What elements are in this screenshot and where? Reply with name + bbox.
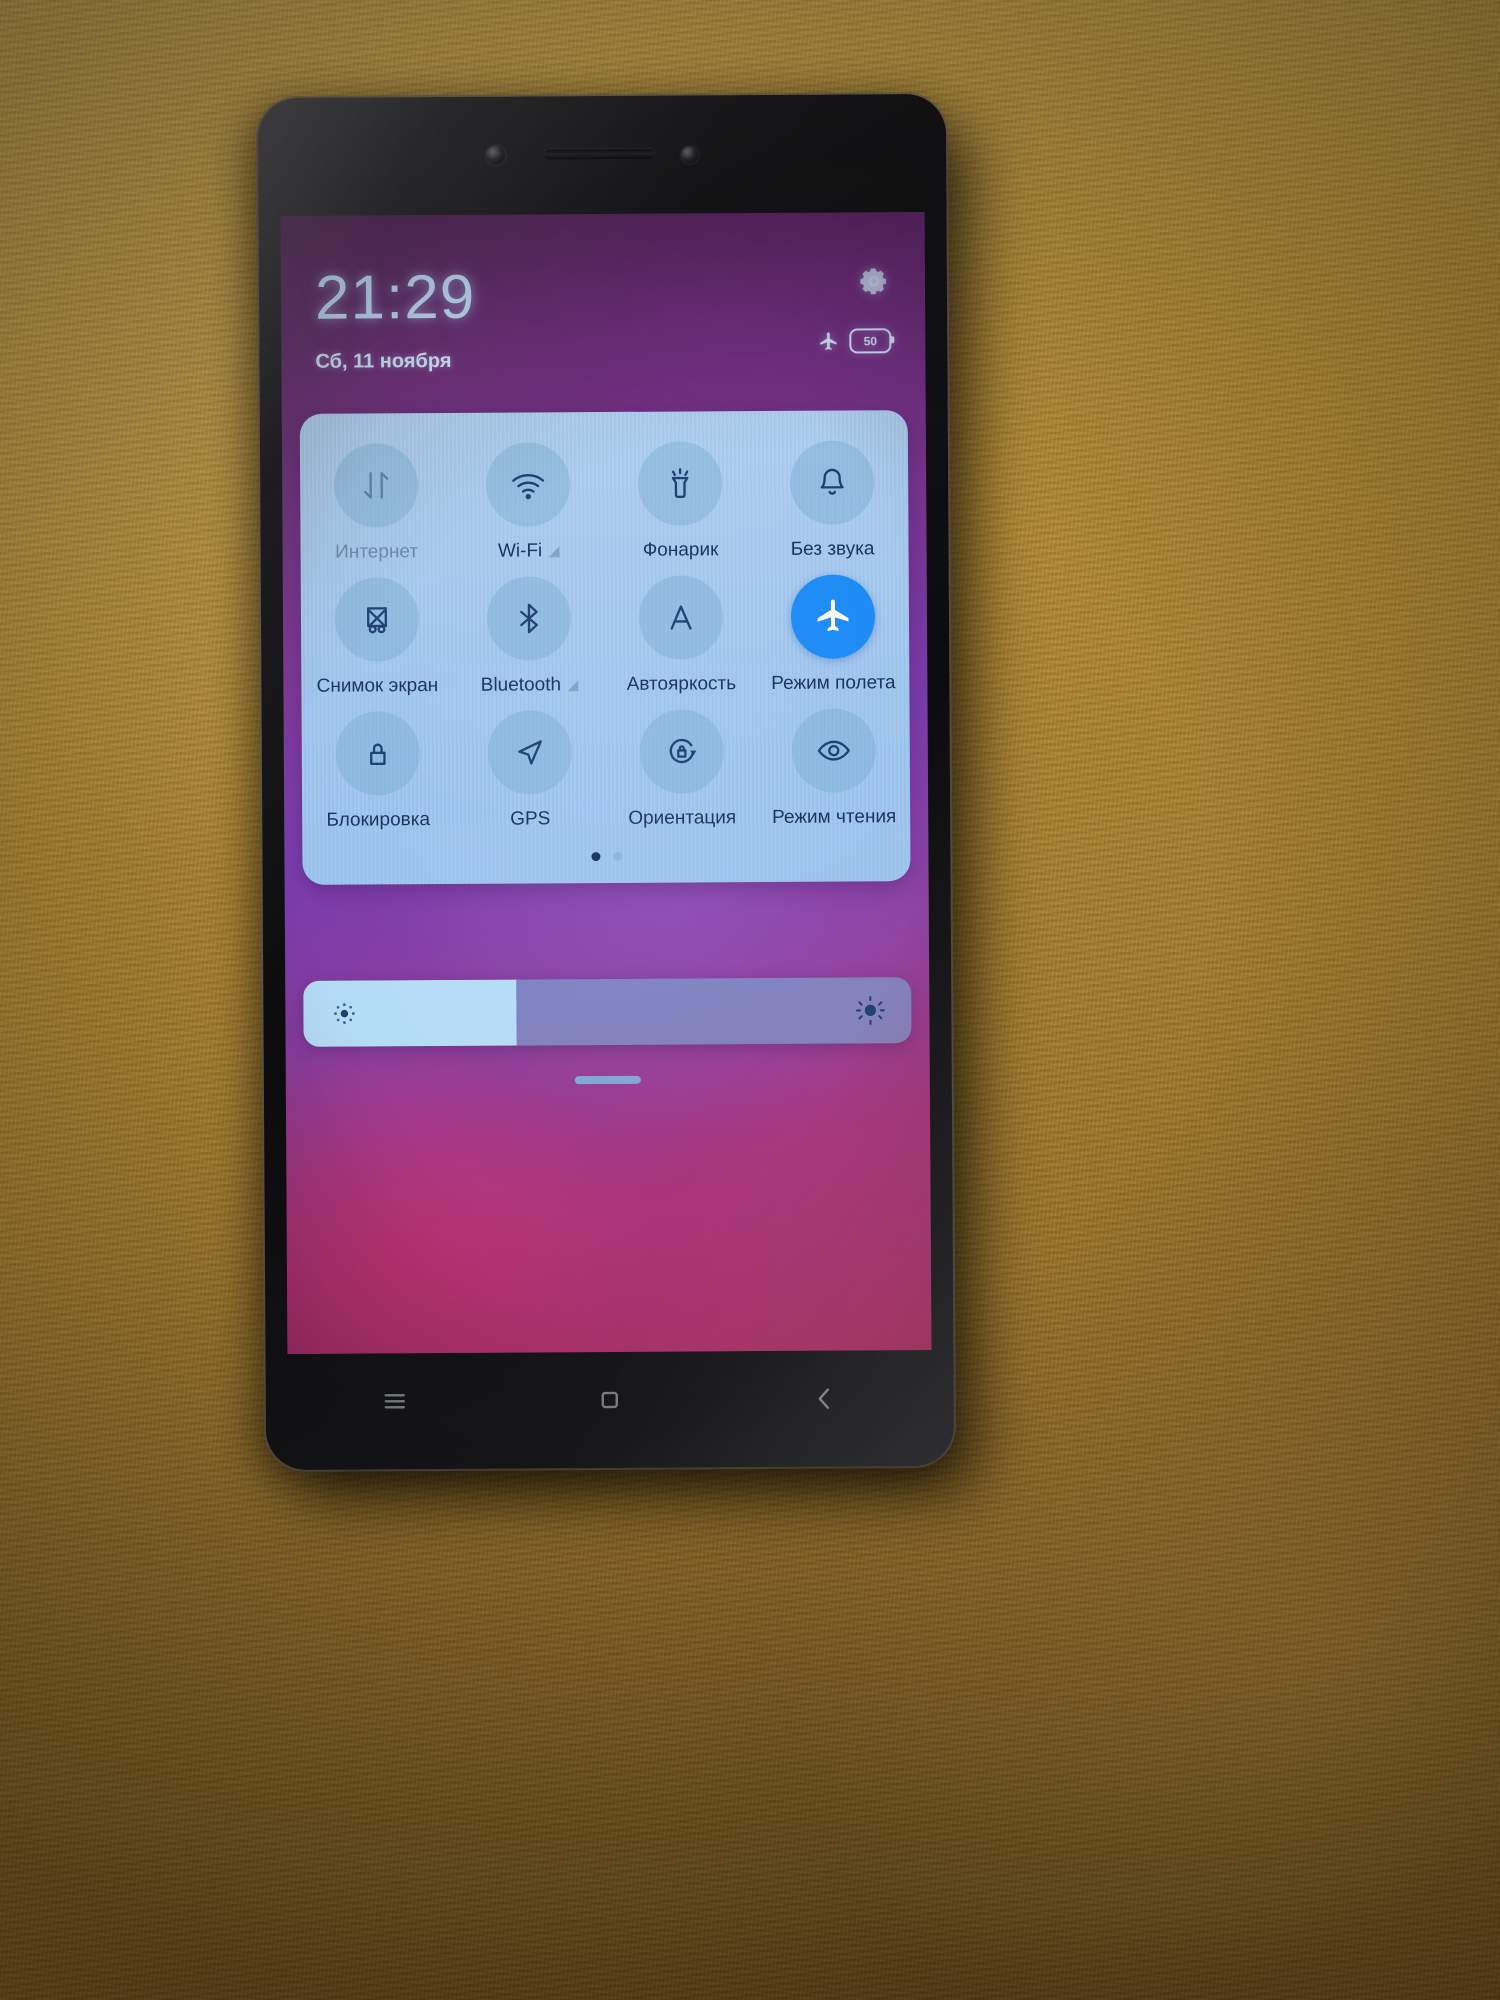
page-dot-1[interactable]: [590, 852, 600, 862]
qs-tile-orientation[interactable]: Ориентация: [606, 709, 759, 830]
brightness-slider[interactable]: [303, 977, 912, 1047]
brightness-low-icon: [327, 996, 361, 1030]
phone-device: 21:29 Сб, 11 ноября 50 Интернет Wi-Fi Фо…: [257, 93, 955, 1471]
eye-icon: [791, 708, 877, 793]
qs-tile-label: Wi-Fi: [498, 540, 560, 562]
qs-tile-label: Bluetooth: [481, 674, 579, 697]
qs-tile-label: Снимок экран: [316, 675, 439, 697]
battery-percent: 50: [863, 333, 878, 348]
bluetooth-icon: [486, 576, 572, 661]
menu-icon[interactable]: [380, 1386, 410, 1421]
clock-time: 21:29: [314, 262, 476, 333]
chevron-expand-icon[interactable]: [567, 679, 579, 691]
qs-tile-airplane-mode[interactable]: Режим полета: [757, 574, 910, 695]
photo-scene: 21:29 Сб, 11 ноября 50 Интернет Wi-Fi Фо…: [0, 0, 1500, 2000]
qs-tile-label: Режим полета: [771, 672, 896, 694]
rotation-lock-icon: [639, 709, 725, 794]
status-block: 50: [818, 264, 892, 354]
qs-tile-label: Ориентация: [628, 807, 737, 829]
qs-tile-lock[interactable]: Блокировка: [302, 711, 455, 832]
status-icons: 50: [818, 328, 892, 354]
brightness-high-icon: [853, 993, 887, 1027]
front-camera-icon: [486, 145, 506, 165]
lockscreen-header: 21:29 Сб, 11 ноября 50: [281, 262, 926, 374]
data-transfer-icon: [333, 443, 419, 528]
back-icon[interactable]: [809, 1383, 839, 1418]
location-arrow-icon: [487, 710, 573, 795]
airplane-icon: [818, 331, 839, 352]
qs-tile-internet[interactable]: Интернет: [300, 443, 453, 564]
auto-brightness-icon: [638, 575, 724, 660]
panel-drag-handle[interactable]: [574, 1075, 641, 1085]
home-icon[interactable]: [595, 1384, 625, 1419]
bell-icon: [789, 440, 875, 525]
wifi-icon: [485, 442, 571, 527]
flashlight-icon: [637, 441, 723, 526]
qs-tile-label: Блокировка: [326, 809, 431, 831]
quick-settings-panel: Интернет Wi-Fi Фонарик Без звука Снимок …: [299, 410, 911, 885]
qs-tile-label: Интернет: [335, 541, 419, 563]
page-indicator: [302, 850, 910, 863]
qs-tile-reading-mode[interactable]: Режим чтения: [758, 708, 911, 829]
qs-tile-auto-brightness[interactable]: Автояркость: [605, 575, 758, 696]
navigation-bar: [287, 1350, 932, 1454]
quick-settings-grid: Интернет Wi-Fi Фонарик Без звука Снимок …: [300, 440, 910, 832]
airplane-icon: [790, 574, 876, 659]
qs-tile-wifi[interactable]: Wi-Fi: [452, 442, 605, 563]
qs-tile-label: Без звука: [790, 538, 875, 560]
qs-tile-silent[interactable]: Без звука: [756, 440, 909, 561]
screenshot-icon: [334, 577, 420, 662]
chevron-expand-icon[interactable]: [548, 545, 560, 557]
lock-icon: [335, 711, 421, 796]
qs-tile-label: Автояркость: [626, 673, 737, 695]
page-dot-2[interactable]: [612, 851, 622, 861]
battery-icon: 50: [849, 328, 892, 354]
qs-tile-label: GPS: [510, 808, 551, 830]
clock-date: Сб, 11 ноября: [315, 349, 452, 373]
gear-icon[interactable]: [857, 264, 891, 298]
qs-tile-gps[interactable]: GPS: [454, 710, 607, 831]
qs-tile-bluetooth[interactable]: Bluetooth: [453, 576, 606, 697]
qs-tile-screenshot[interactable]: Снимок экран: [301, 577, 454, 698]
earpiece-speaker: [543, 147, 656, 160]
qs-tile-flashlight[interactable]: Фонарик: [604, 441, 757, 562]
qs-tile-label: Режим чтения: [772, 806, 897, 828]
proximity-sensor-icon: [681, 146, 699, 164]
clock-block: 21:29 Сб, 11 ноября: [314, 262, 476, 374]
phone-screen: 21:29 Сб, 11 ноября 50 Интернет Wi-Fi Фо…: [280, 212, 932, 1354]
qs-tile-label: Фонарик: [642, 539, 719, 561]
